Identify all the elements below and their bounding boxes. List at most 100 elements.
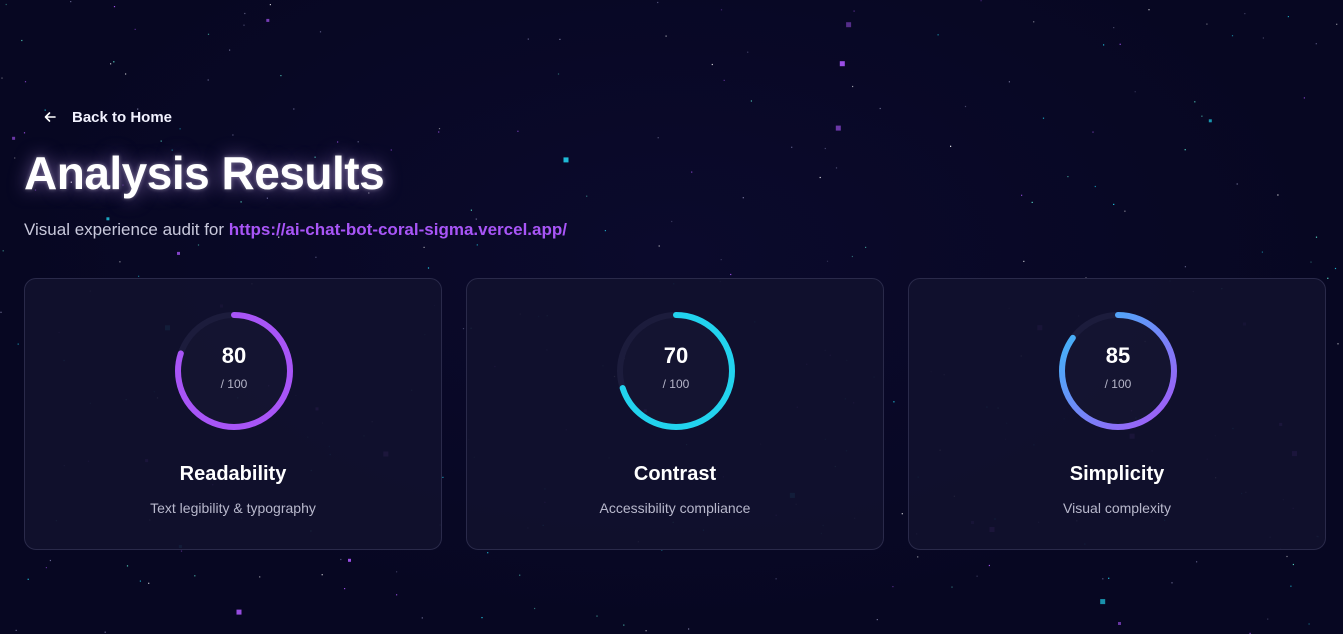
star-dot xyxy=(27,578,29,580)
star-dot xyxy=(321,574,323,576)
star-dot xyxy=(1021,194,1023,196)
star-dot xyxy=(1031,201,1033,203)
star-dot xyxy=(280,75,282,77)
star-dot xyxy=(917,556,919,558)
star-dot xyxy=(229,49,231,51)
star-dot xyxy=(160,140,162,142)
star-dot xyxy=(1102,578,1104,580)
card-description: Text legibility & typography xyxy=(150,500,316,516)
star-dot xyxy=(671,220,673,223)
star-dot xyxy=(1290,585,1292,587)
star-dot xyxy=(1262,37,1264,39)
star-dot xyxy=(21,39,23,42)
star-dot xyxy=(70,1,72,3)
star-dot xyxy=(988,564,990,567)
star-dot xyxy=(658,245,660,247)
star-dot xyxy=(139,580,141,582)
star-dot xyxy=(819,176,821,179)
star-dot xyxy=(720,259,722,261)
card-description: Accessibility compliance xyxy=(599,500,751,516)
star-dot xyxy=(1236,183,1238,185)
star-dot xyxy=(24,81,27,83)
star-dot xyxy=(730,273,732,276)
card-title: Readability xyxy=(179,463,287,485)
star-dot xyxy=(1008,81,1010,83)
star-dot xyxy=(119,261,121,263)
page-subtitle: Visual experience audit for https://ai-c… xyxy=(24,220,567,240)
score-cards: 80 / 100 Readability Text legibility & t… xyxy=(24,278,1326,550)
star-dot xyxy=(1042,117,1045,119)
star-dot xyxy=(2,250,4,252)
star-dot xyxy=(1206,23,1208,25)
star-dot xyxy=(1119,43,1121,45)
star-dot xyxy=(559,38,561,40)
star-dot xyxy=(1184,266,1186,268)
star-dot xyxy=(688,628,690,630)
star-dot xyxy=(980,0,982,2)
star-dot xyxy=(1118,622,1121,625)
star-dot xyxy=(1067,176,1069,178)
star-dot xyxy=(340,558,342,561)
star-dot xyxy=(519,574,521,576)
star-dot xyxy=(15,629,17,631)
star-dot xyxy=(427,267,430,269)
star-dot xyxy=(879,107,881,110)
star-dot xyxy=(207,33,210,35)
star-dot xyxy=(344,588,346,590)
star-dot xyxy=(1303,97,1305,99)
star-dot xyxy=(1231,35,1234,37)
star-dot xyxy=(421,617,423,619)
star-dot xyxy=(846,22,852,28)
star-dot xyxy=(197,244,200,246)
star-dot xyxy=(527,38,529,40)
star-dot xyxy=(177,251,180,255)
star-dot xyxy=(390,149,392,151)
score-max: / 100 xyxy=(1104,377,1132,391)
star-dot xyxy=(125,73,127,75)
star-dot xyxy=(623,624,625,626)
star-dot xyxy=(1023,260,1025,262)
card-description: Visual complexity xyxy=(1063,500,1171,516)
star-dot xyxy=(232,134,234,136)
star-dot xyxy=(691,171,693,173)
score-value: 85 xyxy=(1105,343,1131,368)
star-dot xyxy=(1194,101,1196,103)
star-dot xyxy=(791,146,793,148)
star-dot xyxy=(1171,582,1173,584)
star-dot xyxy=(126,565,129,567)
audited-url-link[interactable]: https://ai-chat-bot-coral-sigma.vercel.a… xyxy=(229,220,567,239)
star-dot xyxy=(1286,555,1288,558)
star-dot xyxy=(481,617,483,619)
star-dot xyxy=(259,576,261,578)
star-dot xyxy=(23,132,26,134)
back-to-home-link[interactable]: Back to Home xyxy=(40,106,172,128)
star-dot xyxy=(240,201,242,203)
star-dot xyxy=(1336,23,1338,25)
star-dot xyxy=(1287,16,1289,18)
star-dot xyxy=(194,575,196,577)
star-dot xyxy=(0,311,2,313)
star-dot xyxy=(851,255,853,258)
star-dot xyxy=(357,141,359,143)
star-dot xyxy=(750,100,752,102)
star-dot xyxy=(1113,27,1115,29)
star-dot xyxy=(1315,236,1318,238)
star-dot xyxy=(892,586,894,588)
star-dot xyxy=(348,558,351,562)
card-title: Contrast xyxy=(633,463,717,485)
star-dot xyxy=(517,130,519,132)
star-dot xyxy=(244,12,246,15)
star-dot xyxy=(1334,267,1337,270)
star-dot xyxy=(243,24,245,26)
star-dot xyxy=(236,609,242,615)
star-dot xyxy=(747,51,749,53)
star-dot xyxy=(180,550,183,552)
card-title: Simplicity xyxy=(1069,463,1165,485)
star-dot xyxy=(1315,43,1317,45)
star-dot xyxy=(876,619,878,621)
star-dot xyxy=(964,105,967,108)
star-dot xyxy=(476,244,478,246)
star-dot xyxy=(337,141,339,143)
star-dot xyxy=(45,567,47,569)
star-dot xyxy=(12,136,16,140)
